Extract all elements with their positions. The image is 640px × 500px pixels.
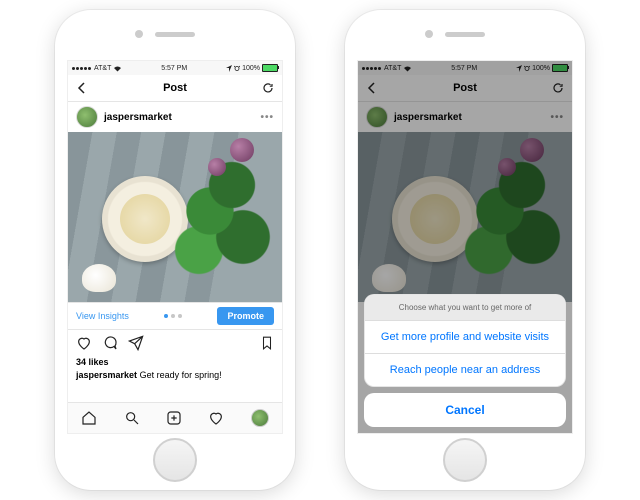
- clock-label: 5:57 PM: [161, 65, 187, 72]
- comment-icon[interactable]: [102, 335, 118, 351]
- nav-bar: Post: [68, 75, 282, 102]
- signal-icon: [72, 65, 92, 72]
- back-icon[interactable]: [76, 82, 88, 94]
- heart-icon[interactable]: [76, 335, 92, 351]
- action-sheet-cancel[interactable]: Cancel: [364, 393, 566, 427]
- avatar[interactable]: [76, 106, 98, 128]
- phone-speaker: [445, 32, 485, 37]
- home-button[interactable]: [153, 438, 197, 482]
- status-bar: AT&T 5:57 PM 100%: [68, 61, 282, 75]
- location-icon: [226, 65, 232, 72]
- search-tab-icon[interactable]: [124, 410, 140, 426]
- carousel-pager: [164, 314, 182, 318]
- carrier-label: AT&T: [94, 65, 111, 72]
- phone-right: AT&T 5:57 PM 100% Post: [345, 10, 585, 490]
- image-onion: [230, 138, 254, 162]
- phone-speaker: [155, 32, 195, 37]
- screen: AT&T 5:57 PM 100% Post: [67, 60, 283, 434]
- post-image[interactable]: [68, 132, 282, 302]
- action-sheet-option-visits[interactable]: Get more profile and website visits: [365, 321, 565, 354]
- profile-tab-icon[interactable]: [251, 409, 269, 427]
- bookmark-icon[interactable]: [260, 335, 274, 351]
- username-label[interactable]: jaspersmarket: [104, 112, 172, 123]
- screen: AT&T 5:57 PM 100% Post: [357, 60, 573, 434]
- action-sheet-group: Choose what you want to get more of Get …: [364, 294, 566, 387]
- caption-text: Get ready for spring!: [140, 370, 222, 380]
- action-sheet: Choose what you want to get more of Get …: [364, 294, 566, 427]
- likes-label[interactable]: 34 likes: [76, 356, 274, 369]
- battery-icon: [262, 64, 278, 72]
- add-tab-icon[interactable]: [166, 410, 182, 426]
- nav-title: Post: [163, 82, 187, 94]
- activity-tab-icon[interactable]: [208, 410, 224, 426]
- phone-camera: [135, 30, 143, 38]
- phone-left: AT&T 5:57 PM 100% Post: [55, 10, 295, 490]
- battery-pct: 100%: [242, 65, 260, 72]
- home-button[interactable]: [443, 438, 487, 482]
- image-garlic: [82, 264, 116, 292]
- more-icon[interactable]: •••: [260, 112, 274, 123]
- action-row: [68, 330, 282, 356]
- alarm-icon: [234, 65, 240, 71]
- phone-camera: [425, 30, 433, 38]
- caption-user[interactable]: jaspersmarket: [76, 370, 137, 380]
- post-header: jaspersmarket •••: [68, 102, 282, 132]
- promote-button[interactable]: Promote: [217, 307, 274, 325]
- home-tab-icon[interactable]: [81, 410, 97, 426]
- wifi-icon: [113, 65, 122, 72]
- refresh-icon[interactable]: [262, 82, 274, 94]
- action-sheet-option-address[interactable]: Reach people near an address: [365, 354, 565, 386]
- tab-bar: [68, 402, 282, 433]
- view-insights-link[interactable]: View Insights: [76, 311, 129, 321]
- insights-bar: View Insights Promote: [68, 302, 282, 330]
- image-onion: [208, 158, 226, 176]
- caption-block: 34 likes jaspersmarket Get ready for spr…: [68, 356, 282, 381]
- share-icon[interactable]: [128, 335, 144, 351]
- action-sheet-title: Choose what you want to get more of: [365, 295, 565, 321]
